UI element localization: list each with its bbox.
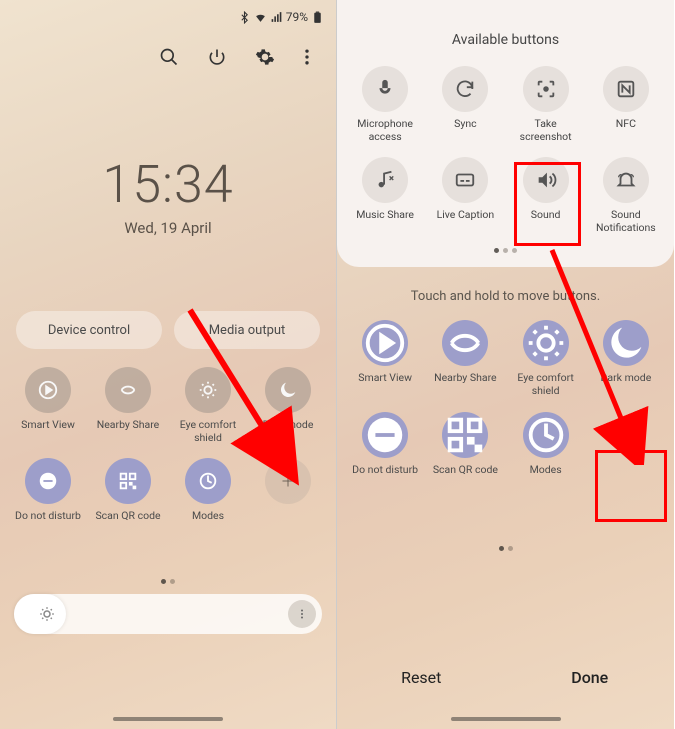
av-musicshare-label: Music Share [348,209,422,222]
av-mic-label: Microphone access [348,118,422,143]
rqs-eye[interactable] [523,320,569,366]
available-panel: Available buttons Microphone access Sync… [337,0,674,267]
av-screenshot[interactable] [523,66,569,112]
nav-bar-right [451,717,561,721]
qs-modes[interactable] [185,458,231,504]
reset-button[interactable]: Reset [337,656,506,699]
qs-smartview[interactable] [25,367,71,413]
qs-eye[interactable] [185,367,231,413]
rqs-dnd-label: Do not disturb [348,464,422,477]
date-text: Wed, 19 April [0,219,336,237]
rqs-qr[interactable] [442,412,488,458]
right-page-dots [337,546,674,551]
rqs-eye-label: Eye comfort shield [509,372,583,397]
left-screenshot: 79% 15:34 Wed, 19 April Device control M… [0,0,337,729]
rqs-smartview[interactable] [362,320,408,366]
page-dots [0,579,336,584]
avail-dots [337,248,674,253]
av-snotif-label: Sound Notifications [589,209,663,234]
av-screenshot-label: Take screenshot [509,118,583,143]
signal-icon [270,11,283,24]
qs-smartview-label: Smart View [21,419,75,432]
qs-eye-label: Eye comfort shield [171,419,245,444]
device-control-pill[interactable]: Device control [16,311,162,349]
available-title: Available buttons [337,32,674,48]
rqs-nearby[interactable] [442,320,488,366]
rqs-smartview-label: Smart View [348,372,422,385]
av-sync[interactable] [442,66,488,112]
rqs-modes[interactable] [523,412,569,458]
battery-percent: 79% [286,10,308,24]
av-caption-label: Live Caption [428,209,502,222]
av-caption[interactable] [442,157,488,203]
rqs-nearby-label: Nearby Share [428,372,502,385]
brightness-icon [38,605,56,623]
qs-dark[interactable] [265,367,311,413]
brightness-menu[interactable] [288,600,316,628]
qs-dnd-label: Do not disturb [15,510,81,523]
qs-modes-label: Modes [192,510,224,523]
clock-block: 15:34 Wed, 19 April [0,154,336,237]
av-nfc-label: NFC [589,118,663,131]
rqs-dnd[interactable] [362,412,408,458]
battery-icon [311,11,324,24]
rqs-modes-label: Modes [509,464,583,477]
av-sync-label: Sync [428,118,502,131]
qs-qr[interactable] [105,458,151,504]
rqs-dark-label: Dark mode [589,372,663,385]
qs-qr-label: Scan QR code [95,510,160,523]
qs-dark-label: Dark mode [263,419,314,432]
rqs-dark[interactable] [603,320,649,366]
rqs-qr-label: Scan QR code [428,464,502,477]
bluetooth-icon [238,11,251,24]
search-button[interactable] [152,40,186,74]
qs-dnd[interactable] [25,458,71,504]
more-button[interactable] [296,40,318,74]
av-musicshare[interactable] [362,157,408,203]
time-text: 15:34 [0,154,336,215]
wifi-icon [254,11,267,24]
brightness-slider[interactable] [14,594,322,634]
qs-nearby-label: Nearby Share [97,419,160,432]
rqs-empty-slot[interactable] [586,412,666,458]
status-bar: 79% [0,0,336,28]
av-sound[interactable] [523,157,569,203]
power-button[interactable] [200,40,234,74]
right-screenshot: Available buttons Microphone access Sync… [337,0,674,729]
media-output-pill[interactable]: Media output [174,311,320,349]
header-row [0,28,336,80]
qs-add-button[interactable] [265,458,311,504]
av-sound-label: Sound [509,209,583,222]
settings-button[interactable] [248,40,282,74]
drag-hint: Touch and hold to move buttons. [337,289,674,304]
av-snotif[interactable] [603,157,649,203]
av-nfc[interactable] [603,66,649,112]
av-mic[interactable] [362,66,408,112]
nav-bar [113,717,223,721]
qs-nearby[interactable] [105,367,151,413]
done-button[interactable]: Done [506,656,675,699]
